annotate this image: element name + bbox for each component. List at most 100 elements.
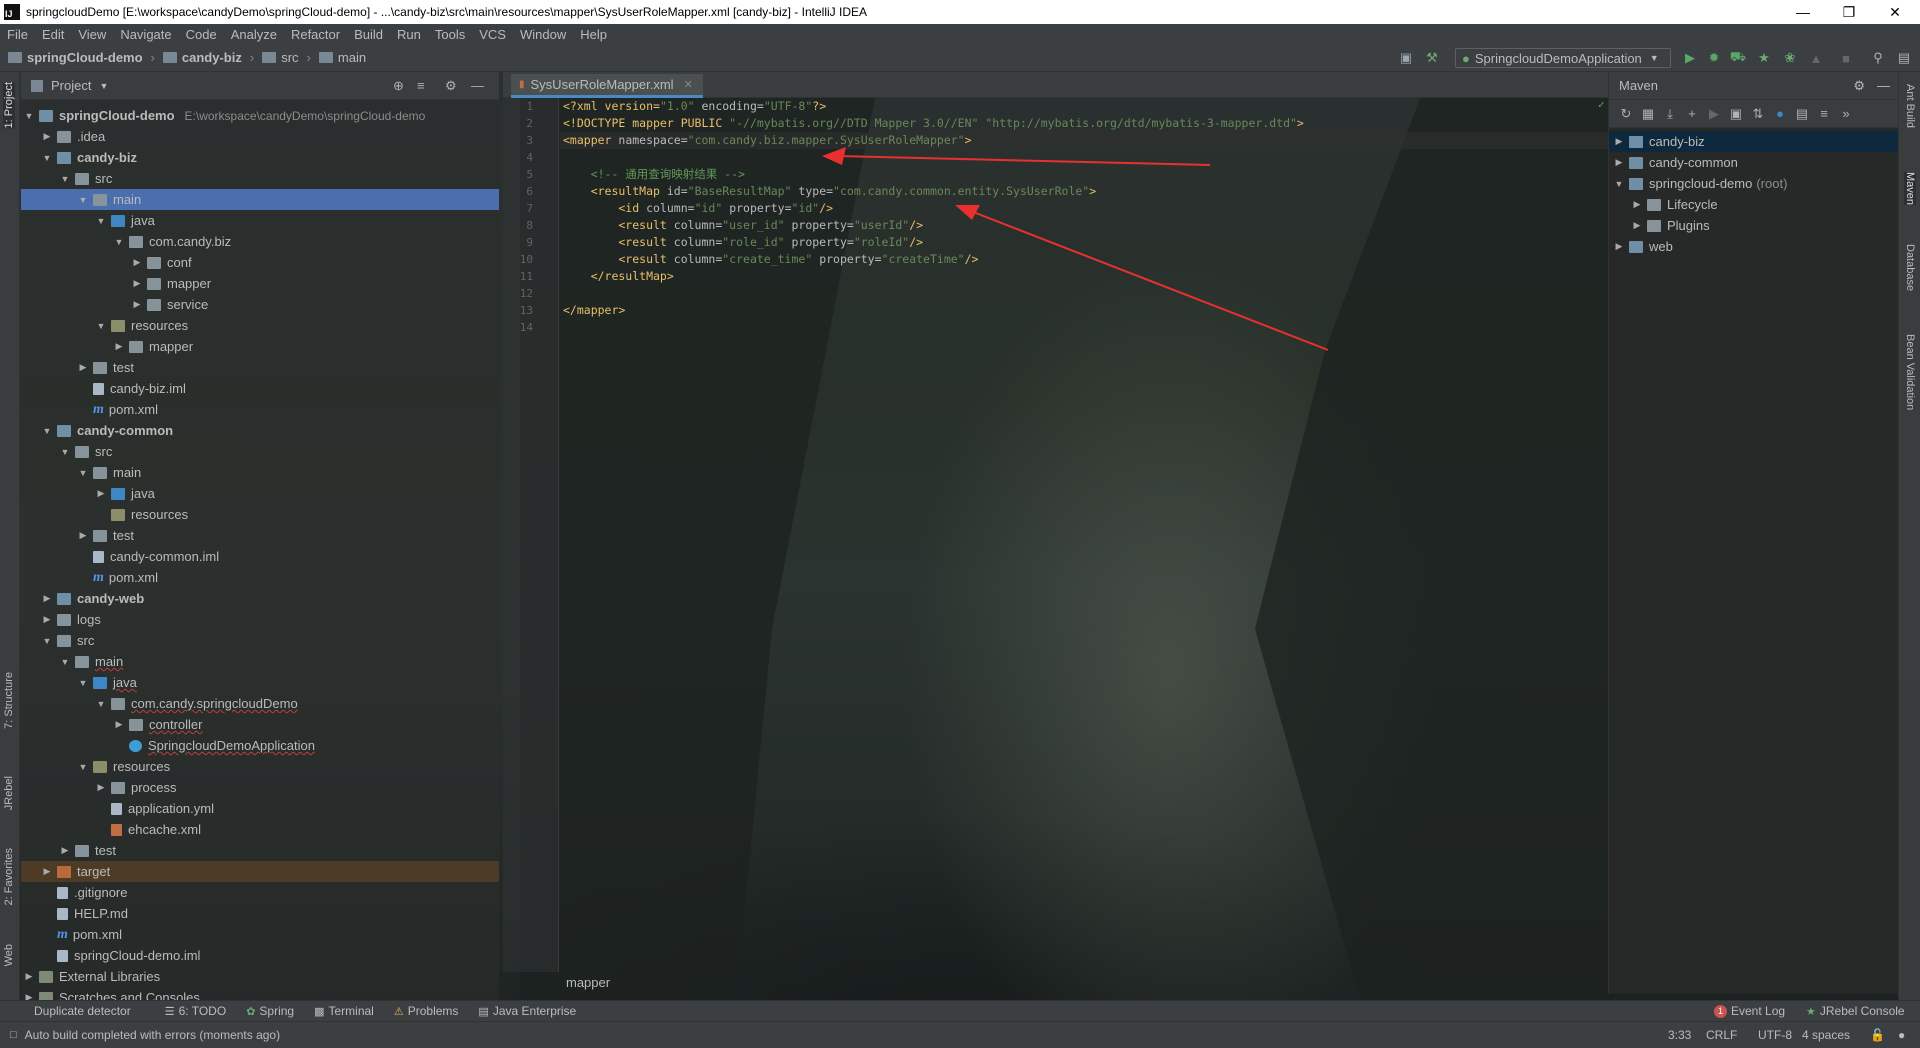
tree-item[interactable]: ▼ candy-common — [21, 420, 499, 441]
tool-bean-validation[interactable]: Bean Validation — [1904, 334, 1916, 410]
tree-item[interactable]: candy-biz.iml — [21, 378, 499, 399]
tree-item[interactable]: m pom.xml — [21, 399, 499, 420]
execute-goal-icon[interactable]: ▣ — [1725, 106, 1747, 122]
breadcrumb-main[interactable]: main — [318, 50, 366, 65]
tool-problems[interactable]: ⚠ Problems — [394, 1004, 459, 1018]
menu-tools[interactable]: Tools — [428, 27, 472, 42]
locate-icon[interactable]: ⊕ — [393, 78, 404, 94]
tree-item[interactable]: ▶ process — [21, 777, 499, 798]
tree-item[interactable]: ▶ java — [21, 483, 499, 504]
tree-item[interactable]: ▼ main — [21, 462, 499, 483]
status-square-icon[interactable]: □ — [10, 1029, 17, 1041]
tree-item[interactable]: ▶ test — [21, 357, 499, 378]
tree-item[interactable]: .gitignore — [21, 882, 499, 903]
tool-jrebel-console[interactable]: ★ JRebel Console — [1806, 1004, 1905, 1018]
tree-item[interactable]: springCloud-demo.iml — [21, 945, 499, 966]
tree-item[interactable]: ▶ mapper — [21, 273, 499, 294]
add-icon[interactable]: + — [1681, 106, 1703, 121]
tool-web[interactable]: Web — [3, 944, 15, 966]
tree-item[interactable]: ▼ src — [21, 630, 499, 651]
layout-icon[interactable]: ▤ — [1896, 50, 1912, 66]
skip-tests-icon[interactable]: ● — [1769, 106, 1791, 121]
menu-build[interactable]: Build — [347, 27, 390, 42]
download-icon[interactable]: ⤓ — [1659, 106, 1681, 122]
tree-item[interactable]: ▼ com.candy.biz — [21, 231, 499, 252]
tree-item[interactable]: ▼ main — [21, 651, 499, 672]
restore-button[interactable]: ❐ — [1826, 0, 1872, 24]
tool-structure[interactable]: 7: Structure — [3, 672, 15, 729]
stop-icon[interactable]: ■ — [1838, 50, 1854, 66]
tree-item[interactable]: application.yml — [21, 798, 499, 819]
close-tab-icon[interactable]: ✕ — [684, 78, 693, 91]
tool-project[interactable]: 1: Project — [3, 82, 15, 129]
tree-item-selected[interactable]: ▼ main — [21, 189, 499, 210]
tree-item[interactable]: ▼ src — [21, 168, 499, 189]
tree-item[interactable]: m pom.xml — [21, 567, 499, 588]
tree-item[interactable]: ▼ com.candy.springcloudDemo — [21, 693, 499, 714]
maven-item[interactable]: ▶ web — [1609, 236, 1899, 257]
search-icon[interactable]: ⚲ — [1870, 50, 1886, 66]
reload-icon[interactable]: ↻ — [1615, 106, 1637, 122]
tree-item[interactable]: SpringcloudDemoApplication — [21, 735, 499, 756]
tool-terminal[interactable]: ▩ Terminal — [314, 1004, 374, 1018]
code-editor[interactable]: <?xml version="1.0" encoding="UTF-8"?> <… — [560, 98, 1608, 972]
gear-icon[interactable]: ⚙ — [445, 78, 457, 94]
gear-icon[interactable]: ⚙ — [1853, 78, 1865, 93]
indent-setting[interactable]: 4 spaces — [1802, 1028, 1850, 1042]
editor-breadcrumb[interactable]: mapper — [560, 972, 1608, 994]
menu-code[interactable]: Code — [179, 27, 224, 42]
tree-item[interactable]: ▼ candy-biz — [21, 147, 499, 168]
more-icon[interactable]: » — [1835, 106, 1857, 121]
tree-item[interactable]: ehcache.xml — [21, 819, 499, 840]
lock-icon[interactable]: 🔓 — [1870, 1028, 1885, 1042]
menu-window[interactable]: Window — [513, 27, 573, 42]
tool-spring[interactable]: ✿ Spring — [246, 1004, 294, 1018]
run-icon[interactable]: ▶ — [1703, 106, 1725, 122]
status-message[interactable]: Auto build completed with errors (moment… — [25, 1028, 280, 1042]
chevron-down-icon[interactable]: ▼ — [99, 81, 108, 91]
tree-item[interactable]: ▶ candy-web — [21, 588, 499, 609]
maven-item[interactable]: ▶ candy-biz — [1609, 131, 1899, 152]
tool-maven[interactable]: Maven — [1904, 172, 1916, 206]
debug-icon[interactable]: ✹ — [1706, 50, 1722, 66]
menu-refactor[interactable]: Refactor — [284, 27, 347, 42]
breadcrumb-src[interactable]: src › — [262, 50, 311, 65]
tree-item[interactable]: ▶ .idea — [21, 126, 499, 147]
show-dependencies-icon[interactable]: ▤ — [1791, 106, 1813, 122]
tree-item[interactable]: ▶ service — [21, 294, 499, 315]
collapse-all-icon[interactable]: ≡ — [1813, 106, 1835, 121]
maven-item[interactable]: ▶ Lifecycle — [1609, 194, 1899, 215]
maven-item[interactable]: ▶ candy-common — [1609, 152, 1899, 173]
menu-edit[interactable]: Edit — [35, 27, 71, 42]
tool-duplicate-detector[interactable]: Duplicate detector — [34, 1004, 131, 1018]
file-encoding[interactable]: UTF-8 — [1758, 1028, 1792, 1042]
project-structure-icon[interactable]: ▣ — [1398, 50, 1414, 66]
tree-item[interactable]: ▼ resources — [21, 756, 499, 777]
menu-navigate[interactable]: Navigate — [113, 27, 178, 42]
tool-jrebel[interactable]: JRebel — [3, 776, 15, 810]
tree-item[interactable]: ▼ resources — [21, 315, 499, 336]
tool-todo[interactable]: ☰ 6: TODO — [165, 1004, 226, 1018]
run-configuration-select[interactable]: ● SpringcloudDemoApplication ▼ — [1455, 48, 1671, 68]
menu-vcs[interactable]: VCS — [472, 27, 513, 42]
toggle-offline-icon[interactable]: ⇅ — [1747, 106, 1769, 122]
editor-tab-active[interactable]: ▮ SysUserRoleMapper.xml ✕ — [511, 74, 703, 98]
tree-item[interactable]: resources — [21, 504, 499, 525]
build-hammer-icon[interactable]: ⚒ — [1424, 50, 1440, 66]
tree-item[interactable]: ▼ java — [21, 672, 499, 693]
tree-item[interactable]: ▶ target — [21, 861, 499, 882]
hide-icon[interactable]: — — [1877, 78, 1890, 93]
tool-favorites[interactable]: 2: Favorites — [3, 848, 15, 905]
tree-item[interactable]: ▼ src — [21, 441, 499, 462]
tree-item[interactable]: m pom.xml — [21, 924, 499, 945]
tree-item[interactable]: ▶ test — [21, 840, 499, 861]
jrebel-debug-icon[interactable]: ❀ — [1782, 50, 1798, 66]
run-icon[interactable]: ▶ — [1682, 50, 1698, 66]
menu-run[interactable]: Run — [390, 27, 428, 42]
tree-item[interactable]: ▼ java — [21, 210, 499, 231]
collapse-all-icon[interactable]: ≡ — [417, 78, 425, 93]
maven-item[interactable]: ▶ Plugins — [1609, 215, 1899, 236]
close-button[interactable]: ✕ — [1872, 0, 1918, 24]
line-separator[interactable]: CRLF — [1706, 1028, 1737, 1042]
breadcrumb-project[interactable]: springCloud-demo › — [8, 50, 155, 65]
